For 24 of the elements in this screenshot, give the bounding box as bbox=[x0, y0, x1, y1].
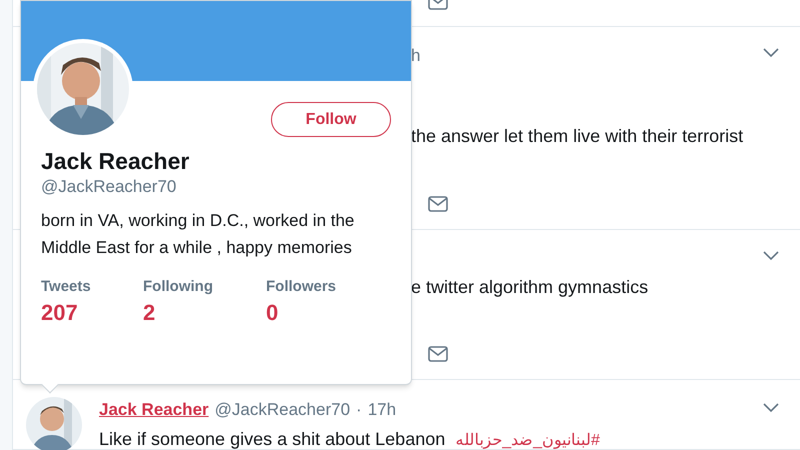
hashtag-link[interactable]: #لبنانيون_ضد_حزبالله bbox=[455, 429, 600, 450]
tweet-timestamp[interactable]: h bbox=[411, 43, 420, 68]
author-handle: @JackReacher70 bbox=[214, 399, 350, 421]
tweet-text: Like if someone gives a shit about Lebanon bbox=[99, 428, 446, 450]
envelope-icon[interactable] bbox=[428, 196, 448, 212]
author-name-link[interactable]: Jack Reacher bbox=[99, 397, 209, 422]
chevron-down-icon[interactable] bbox=[763, 251, 779, 261]
tweet-text: the answer let them live with their terrorist bbox=[411, 125, 744, 148]
chevron-down-icon[interactable] bbox=[763, 48, 779, 58]
stat-label[interactable]: Followers bbox=[266, 276, 336, 298]
stat-count[interactable]: 2 bbox=[143, 298, 156, 326]
profile-name: Jack Reacher bbox=[41, 147, 190, 176]
follow-button[interactable]: Follow bbox=[271, 102, 391, 137]
envelope-icon[interactable] bbox=[428, 346, 448, 362]
profile-handle: @JackReacher70 bbox=[41, 176, 178, 197]
separator-dot: · bbox=[356, 399, 362, 421]
tweet-timestamp[interactable]: 17h bbox=[368, 397, 396, 422]
tweet-text: e twitter algorithm gymnastics bbox=[411, 276, 648, 299]
chevron-down-icon[interactable] bbox=[763, 403, 779, 413]
stat-count[interactable]: 0 bbox=[266, 298, 278, 326]
stat-label[interactable]: Following bbox=[143, 276, 213, 298]
stat-label[interactable]: Tweets bbox=[41, 276, 91, 298]
profile-bio: born in VA, working in D.C., worked in the Middle East for a while , happy memories bbox=[41, 210, 356, 259]
stat-count[interactable]: 207 bbox=[41, 298, 78, 326]
